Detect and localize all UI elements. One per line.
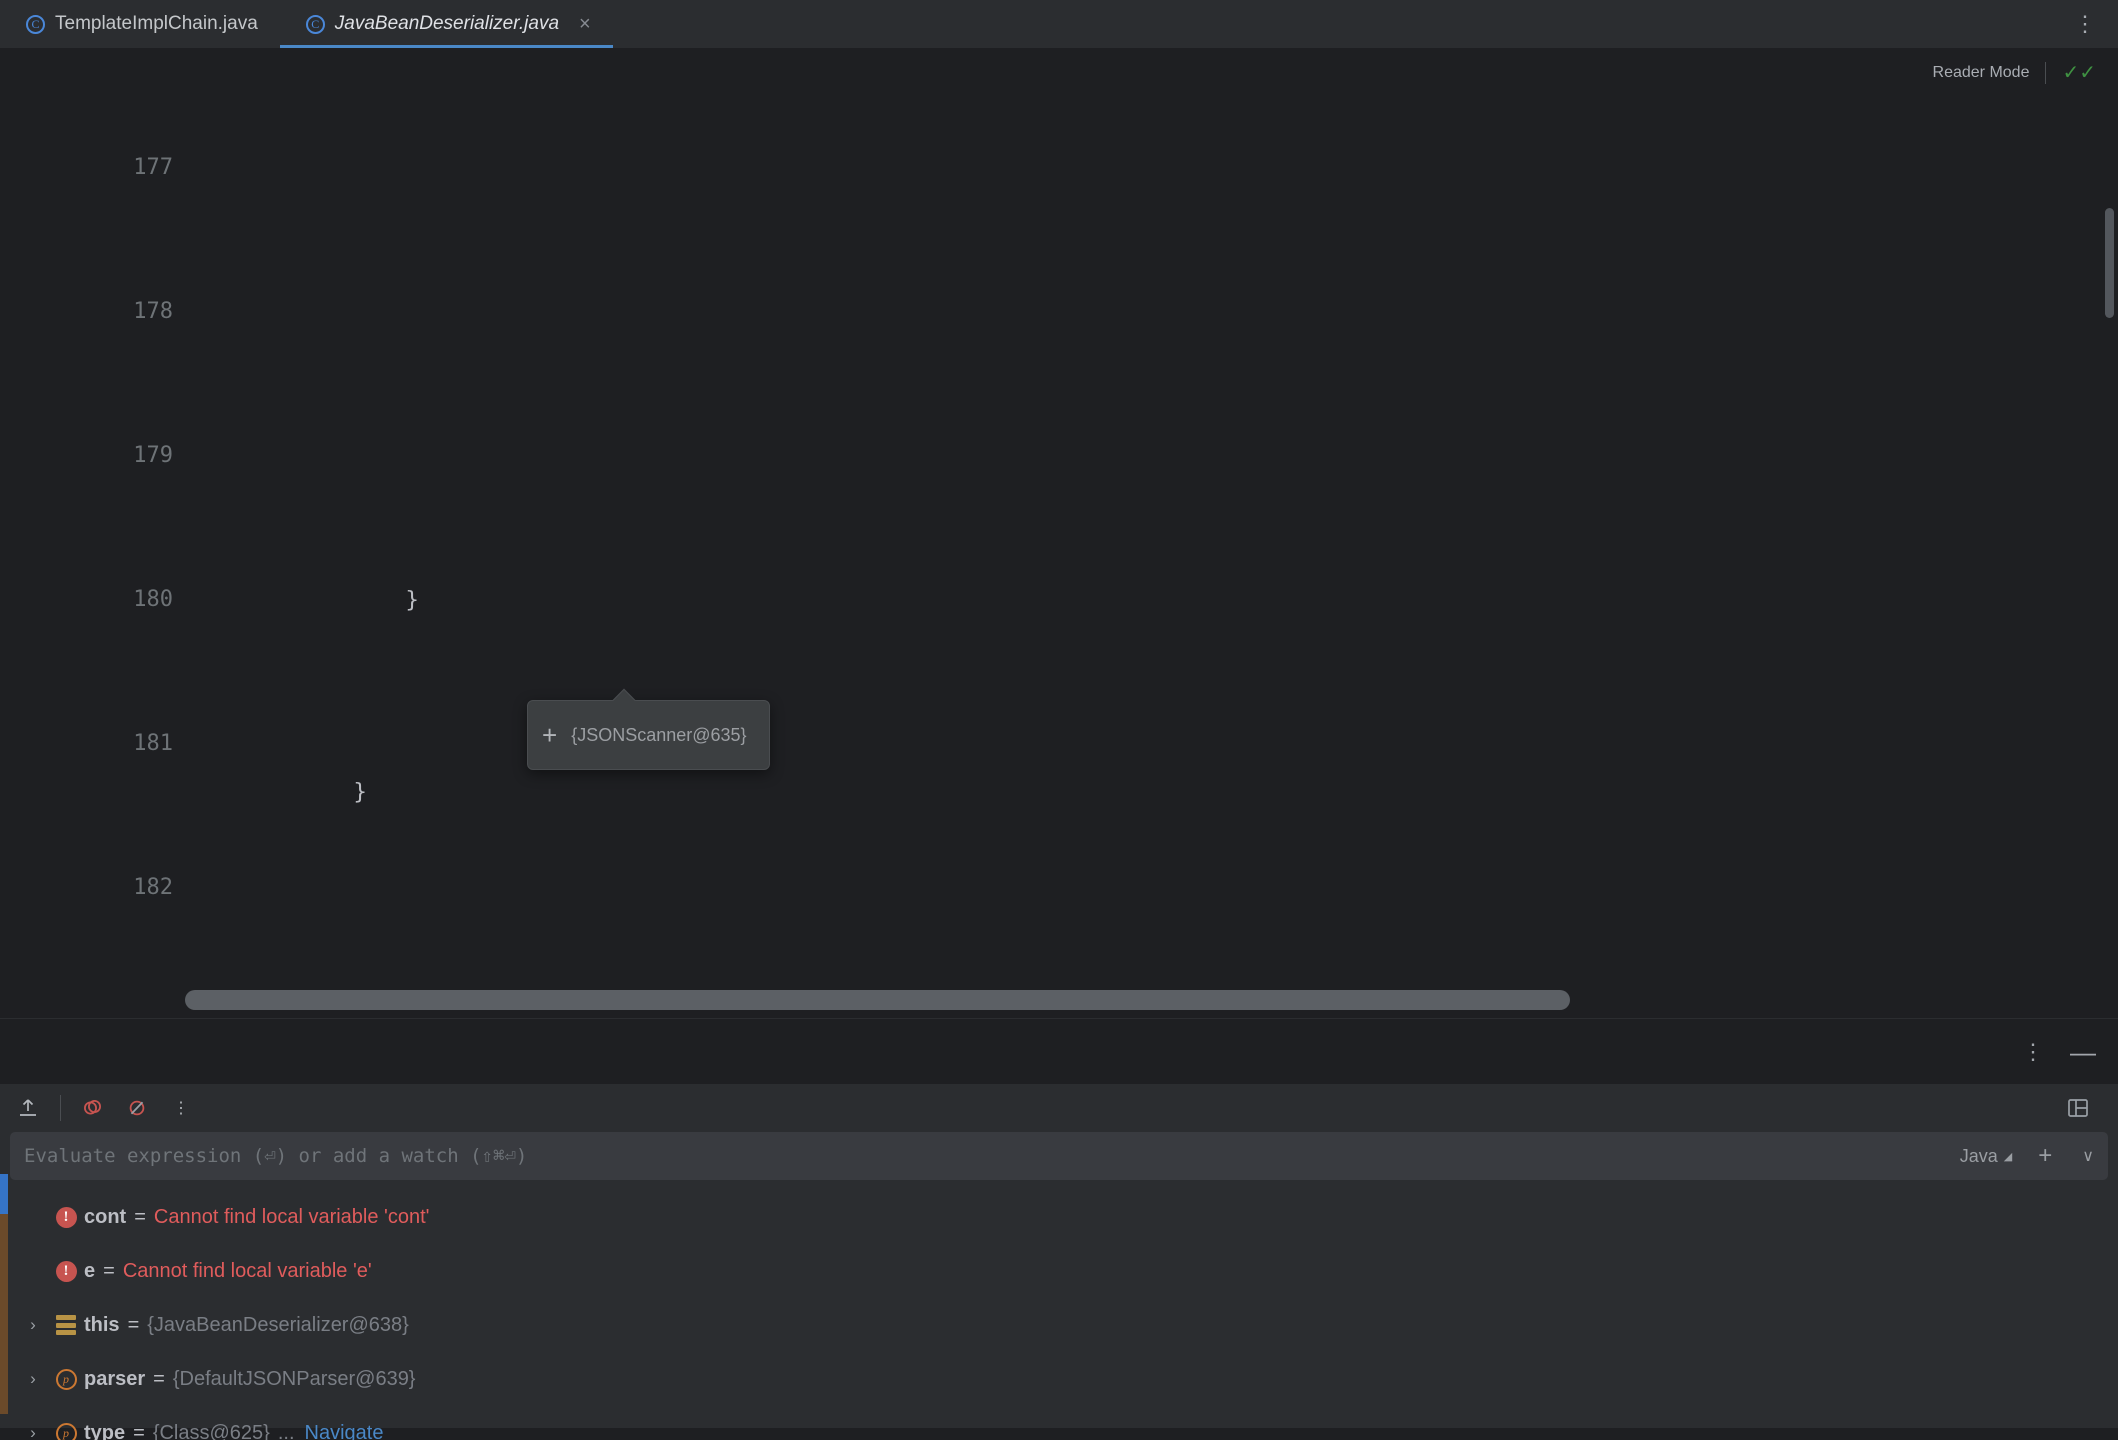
code-lines[interactable]: } } return object; } public <T> T deseri…: [185, 384, 2118, 1018]
divider: [2045, 61, 2047, 84]
scrollbar-thumb[interactable]: [185, 990, 1570, 1010]
divider: [60, 1095, 61, 1121]
reader-mode-label: Reader Mode: [1932, 63, 2030, 81]
variable-value: Cannot find local variable 'e': [122, 1259, 372, 1282]
parameter-icon: p: [48, 1422, 84, 1440]
gutter-line[interactable]: 180: [0, 576, 185, 624]
debug-panel-header: ⋮ —: [0, 1018, 2118, 1084]
add-watch-icon[interactable]: +: [2038, 1144, 2052, 1168]
parameter-icon: p: [48, 1368, 84, 1390]
variable-name: parser: [84, 1367, 146, 1390]
code-editor: Reader Mode ✓✓ 177 178 179 180 181 182 1…: [0, 48, 2118, 1018]
line-number: 182: [133, 875, 173, 900]
value-tooltip[interactable]: + {JSONScanner@635}: [527, 688, 770, 770]
panel-options-icon[interactable]: ⋮: [2022, 1040, 2044, 1063]
evaluate-expression-input[interactable]: Evaluate expression (⏎) or add a watch (…: [24, 1145, 1960, 1167]
variable-value: {Class@625}: [152, 1421, 270, 1440]
reader-mode-indicator[interactable]: Reader Mode ✓✓: [1933, 60, 2096, 85]
variable-value: {DefaultJSONParser@639}: [172, 1367, 416, 1390]
export-icon[interactable]: [6, 1086, 50, 1130]
code-line-177[interactable]: }: [185, 528, 2118, 613]
line-number: 181: [133, 731, 173, 756]
panel-minimize-icon[interactable]: —: [2070, 1039, 2096, 1065]
editor-horizontal-scrollbar[interactable]: [185, 990, 2118, 1010]
error-icon: !: [48, 1260, 84, 1282]
code-line-179[interactable]: [185, 912, 2118, 960]
line-number: 177: [133, 155, 173, 180]
debugger-toolbar: ⋮: [0, 1084, 2118, 1132]
variable-row-parser[interactable]: › p parser = {DefaultJSONParser@639}: [0, 1352, 2118, 1406]
expand-chevron-icon[interactable]: ›: [18, 1315, 48, 1335]
debugger-panel: ⋮ Evaluate expression (⏎) or add a watch…: [0, 1084, 2118, 1440]
gutter-line-183[interactable]: 183 o ↑ o: [0, 1008, 185, 1018]
expand-chevron-icon[interactable]: ›: [18, 1423, 48, 1440]
evaluate-expression-bar[interactable]: Evaluate expression (⏎) or add a watch (…: [10, 1132, 2108, 1180]
navigate-link[interactable]: Navigate: [305, 1422, 384, 1440]
language-selector-caret-icon[interactable]: ◢: [2004, 1150, 2012, 1163]
close-icon[interactable]: ×: [579, 14, 591, 34]
line-number: 180: [133, 587, 173, 612]
class-icon: C: [26, 14, 45, 34]
gutter-line[interactable]: 178: [0, 288, 185, 336]
equals-sign: =: [103, 1259, 115, 1282]
variable-row-e[interactable]: › ! e = Cannot find local variable 'e': [0, 1244, 2118, 1298]
tab-TemplateImplChain[interactable]: C TemplateImplChain.java: [0, 0, 280, 48]
code-area[interactable]: 177 178 179 180 181 182 183 o ↑ o 184 18…: [0, 48, 2118, 1018]
more-options-icon[interactable]: ⋮: [2052, 0, 2118, 48]
layout-icon[interactable]: [2056, 1086, 2100, 1130]
equals-sign: =: [153, 1367, 165, 1390]
line-number: 179: [133, 443, 173, 468]
tab-JavaBeanDeserializer[interactable]: C JavaBeanDeserializer.java ×: [279, 0, 613, 48]
equals-sign: =: [134, 1205, 146, 1228]
strip-segment-active: [0, 1174, 8, 1214]
variable-row-cont[interactable]: › ! cont = Cannot find local variable 'c…: [0, 1190, 2118, 1244]
debugger-toolbar-right: [2056, 1086, 2118, 1130]
debug-tab-strip: [0, 1084, 8, 1428]
gutter-line[interactable]: 182: [0, 864, 185, 912]
variable-name: type: [84, 1421, 126, 1440]
tooltip-value: {JSONScanner@635}: [571, 725, 747, 745]
variable-name: this: [84, 1313, 120, 1336]
variables-list: › ! cont = Cannot find local variable 'c…: [0, 1180, 2118, 1440]
expand-plus-icon[interactable]: +: [542, 722, 557, 748]
variable-name: cont: [84, 1205, 127, 1228]
mute-breakpoints-icon[interactable]: [115, 1086, 159, 1130]
code-token: }: [405, 587, 419, 613]
error-icon: !: [48, 1206, 84, 1228]
tab-label: JavaBeanDeserializer.java: [334, 13, 560, 34]
line-number: 178: [133, 299, 173, 324]
editor-tab-bar: C TemplateImplChain.java C JavaBeanDeser…: [0, 0, 2118, 48]
breakpoints-icon[interactable]: [71, 1086, 115, 1130]
gutter-line[interactable]: 177: [0, 144, 185, 192]
code-token: }: [353, 779, 367, 805]
gutter-line[interactable]: 181: [0, 720, 185, 768]
editor-gutter[interactable]: 177 178 179 180 181 182 183 o ↑ o 184 18…: [0, 48, 185, 1018]
class-icon: C: [305, 14, 325, 34]
equals-sign: =: [133, 1421, 145, 1440]
debugger-more-icon[interactable]: ⋮: [159, 1086, 203, 1130]
language-selector-label[interactable]: Java: [1960, 1146, 1998, 1167]
double-check-icon: ✓✓: [2062, 62, 2096, 84]
chevron-down-icon[interactable]: ∨: [2082, 1146, 2094, 1166]
variable-row-this[interactable]: › this = {JavaBeanDeserializer@638}: [0, 1298, 2118, 1352]
expand-chevron-icon[interactable]: ›: [18, 1369, 48, 1389]
code-line-178[interactable]: }: [185, 720, 2118, 805]
variable-value: Cannot find local variable 'cont': [153, 1205, 430, 1228]
editor-vertical-scrollbar[interactable]: [2105, 208, 2114, 318]
tab-label: TemplateImplChain.java: [55, 13, 258, 34]
gutter-line[interactable]: 179: [0, 432, 185, 480]
variable-row-type[interactable]: › p type = {Class@625} ... Navigate: [0, 1406, 2118, 1440]
variable-value: {JavaBeanDeserializer@638}: [147, 1313, 409, 1336]
strip-segment: [0, 1214, 8, 1414]
equals-sign: =: [127, 1313, 140, 1336]
value-ellipsis: ...: [277, 1421, 295, 1440]
variable-name: e: [84, 1259, 96, 1282]
object-icon: [48, 1315, 84, 1335]
